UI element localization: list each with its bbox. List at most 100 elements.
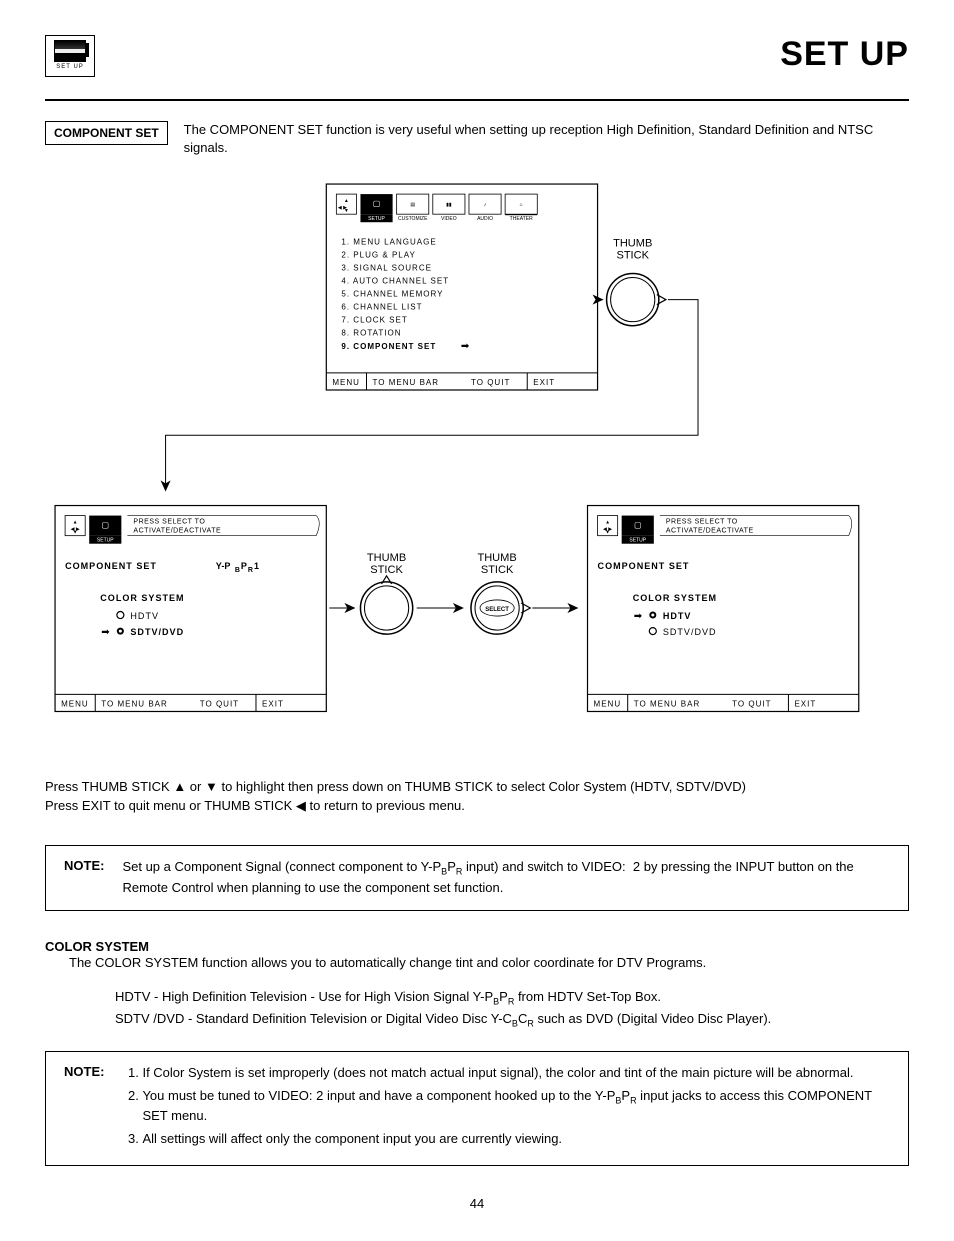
svg-text:MENU: MENU [594,700,622,709]
section-label: COMPONENT SET [45,121,168,145]
svg-text:7. CLOCK SET: 7. CLOCK SET [341,316,407,325]
svg-text:▤: ▤ [410,202,415,208]
svg-text:▢: ▢ [373,199,381,208]
page-header: SET UP SET UP [45,35,909,77]
svg-text:2. PLUG & PLAY: 2. PLUG & PLAY [341,250,416,259]
color-system-sdtv: SDTV /DVD - Standard Definition Televisi… [115,1009,909,1031]
svg-text:♪: ♪ [484,202,487,208]
top-screen: ▲◀ ▶▼ ▢ SETUP ▤ CUSTOMIZE ▮▮ VIDEO ♪ AUD… [326,184,597,390]
svg-text:R: R [248,567,253,574]
diagram-area: ▲◀ ▶▼ ▢ SETUP ▤ CUSTOMIZE ▮▮ VIDEO ♪ AUD… [45,174,909,747]
svg-text:COMPONENT SET: COMPONENT SET [65,561,157,571]
svg-text:TO MENU BAR: TO MENU BAR [101,700,168,709]
svg-text:AUDIO: AUDIO [477,216,493,222]
color-system-heading: COLOR SYSTEM [45,939,909,954]
page-title: SET UP [780,35,909,74]
svg-text:HDTV: HDTV [130,611,159,621]
svg-text:SDTV/DVD: SDTV/DVD [130,627,184,637]
svg-text:TO QUIT: TO QUIT [471,378,510,387]
svg-text:▼: ▼ [344,208,349,214]
badge-label: SET UP [56,64,84,70]
svg-text:5. CHANNEL MEMORY: 5. CHANNEL MEMORY [341,290,443,299]
svg-text:B: B [235,567,240,574]
svg-text:▲: ▲ [344,198,349,204]
svg-text:SELECT: SELECT [485,607,509,613]
right-screen: ▲◀ ▶▼ ▢ SETUP PRESS SELECT TO ACTIVATE/D… [588,506,859,712]
svg-text:MENU: MENU [61,700,89,709]
svg-text:P: P [241,561,247,571]
svg-text:STICK: STICK [481,564,514,576]
svg-text:THUMB: THUMB [477,552,516,564]
svg-text:EXIT: EXIT [794,700,816,709]
svg-text:EXIT: EXIT [533,378,555,387]
svg-text:➡: ➡ [461,341,470,352]
svg-text:8. ROTATION: 8. ROTATION [341,329,401,338]
svg-text:9. COMPONENT SET: 9. COMPONENT SET [341,342,436,351]
instruction-line-2: Press EXIT to quit menu or THUMB STICK ◀… [45,797,909,816]
note-box-1: NOTE: Set up a Component Signal (connect… [45,845,909,910]
svg-text:COLOR SYSTEM: COLOR SYSTEM [100,593,184,603]
note-2-list: If Color System is set improperly (does … [122,1064,890,1153]
note-2-item-1: If Color System is set improperly (does … [142,1064,890,1083]
color-system-hdtv: HDTV - High Definition Television - Use … [115,987,909,1009]
svg-text:▮▮: ▮▮ [446,202,452,208]
svg-text:ACTIVATE/DEACTIVATE: ACTIVATE/DEACTIVATE [666,528,754,535]
left-screen: ▲◀ ▶▼ ▢ SETUP PRESS SELECT TO ACTIVATE/D… [55,506,326,712]
svg-text:MENU: MENU [332,378,360,387]
svg-text:▼: ▼ [605,530,610,536]
svg-text:HDTV: HDTV [663,611,692,621]
svg-text:THEATER: THEATER [510,216,533,222]
svg-text:➡: ➡ [101,627,110,638]
svg-text:1. MENU LANGUAGE: 1. MENU LANGUAGE [341,237,436,246]
svg-text:4. AUTO CHANNEL SET: 4. AUTO CHANNEL SET [341,277,449,286]
svg-text:▲: ▲ [605,520,610,526]
svg-text:1: 1 [254,561,259,571]
svg-text:⌂: ⌂ [520,202,523,208]
note-1-label: NOTE: [64,858,104,897]
svg-text:THUMB: THUMB [613,237,652,249]
svg-text:EXIT: EXIT [262,700,284,709]
svg-text:STICK: STICK [370,564,403,576]
svg-text:SETUP: SETUP [629,538,646,544]
note-2-item-3: All settings will affect only the compon… [142,1130,890,1149]
center-thumb-sticks: THUMB STICK THUMB STICK SELECT [360,552,530,634]
svg-text:THUMB: THUMB [367,552,406,564]
note-1-text: Set up a Component Signal (connect compo… [122,858,890,897]
svg-text:6. CHANNEL LIST: 6. CHANNEL LIST [341,303,422,312]
svg-text:STICK: STICK [616,249,649,261]
svg-text:➡: ➡ [634,611,643,622]
setup-icon-badge: SET UP [45,35,95,77]
svg-text:PRESS SELECT TO: PRESS SELECT TO [133,519,205,526]
svg-text:PRESS SELECT TO: PRESS SELECT TO [666,519,738,526]
svg-text:TO MENU BAR: TO MENU BAR [373,378,440,387]
page-number: 44 [45,1196,909,1211]
top-thumb-stick: THUMB STICK [607,237,666,325]
svg-text:SETUP: SETUP [368,216,385,222]
svg-text:3. SIGNAL SOURCE: 3. SIGNAL SOURCE [341,264,432,273]
instructions: Press THUMB STICK ▲ or ▼ to highlight th… [45,778,909,816]
svg-text:ACTIVATE/DEACTIVATE: ACTIVATE/DEACTIVATE [133,528,221,535]
svg-text:Y-P: Y-P [216,561,231,571]
svg-text:CUSTOMIZE: CUSTOMIZE [398,216,428,222]
svg-text:COLOR SYSTEM: COLOR SYSTEM [633,593,717,603]
note-2-item-2: You must be tuned to VIDEO: 2 input and … [142,1087,890,1126]
svg-text:▼: ▼ [73,530,78,536]
svg-text:VIDEO: VIDEO [441,216,457,222]
tv-icon [54,40,86,62]
note-2-label: NOTE: [64,1064,104,1153]
svg-text:SETUP: SETUP [97,538,114,544]
color-system-intro: The COLOR SYSTEM function allows you to … [69,954,909,973]
svg-text:SDTV/DVD: SDTV/DVD [663,627,717,637]
svg-text:COMPONENT SET: COMPONENT SET [598,561,690,571]
instruction-line-1: Press THUMB STICK ▲ or ▼ to highlight th… [45,778,909,797]
intro-text: The COMPONENT SET function is very usefu… [184,121,909,156]
note-box-2: NOTE: If Color System is set improperly … [45,1051,909,1166]
title-rule [45,99,909,101]
intro-row: COMPONENT SET The COMPONENT SET function… [45,121,909,156]
color-system-section: COLOR SYSTEM The COLOR SYSTEM function a… [45,939,909,1031]
svg-text:▢: ▢ [101,521,109,530]
svg-text:▲: ▲ [73,520,78,526]
svg-text:▢: ▢ [634,521,642,530]
svg-text:TO MENU BAR: TO MENU BAR [634,700,701,709]
svg-text:TO QUIT: TO QUIT [732,700,771,709]
